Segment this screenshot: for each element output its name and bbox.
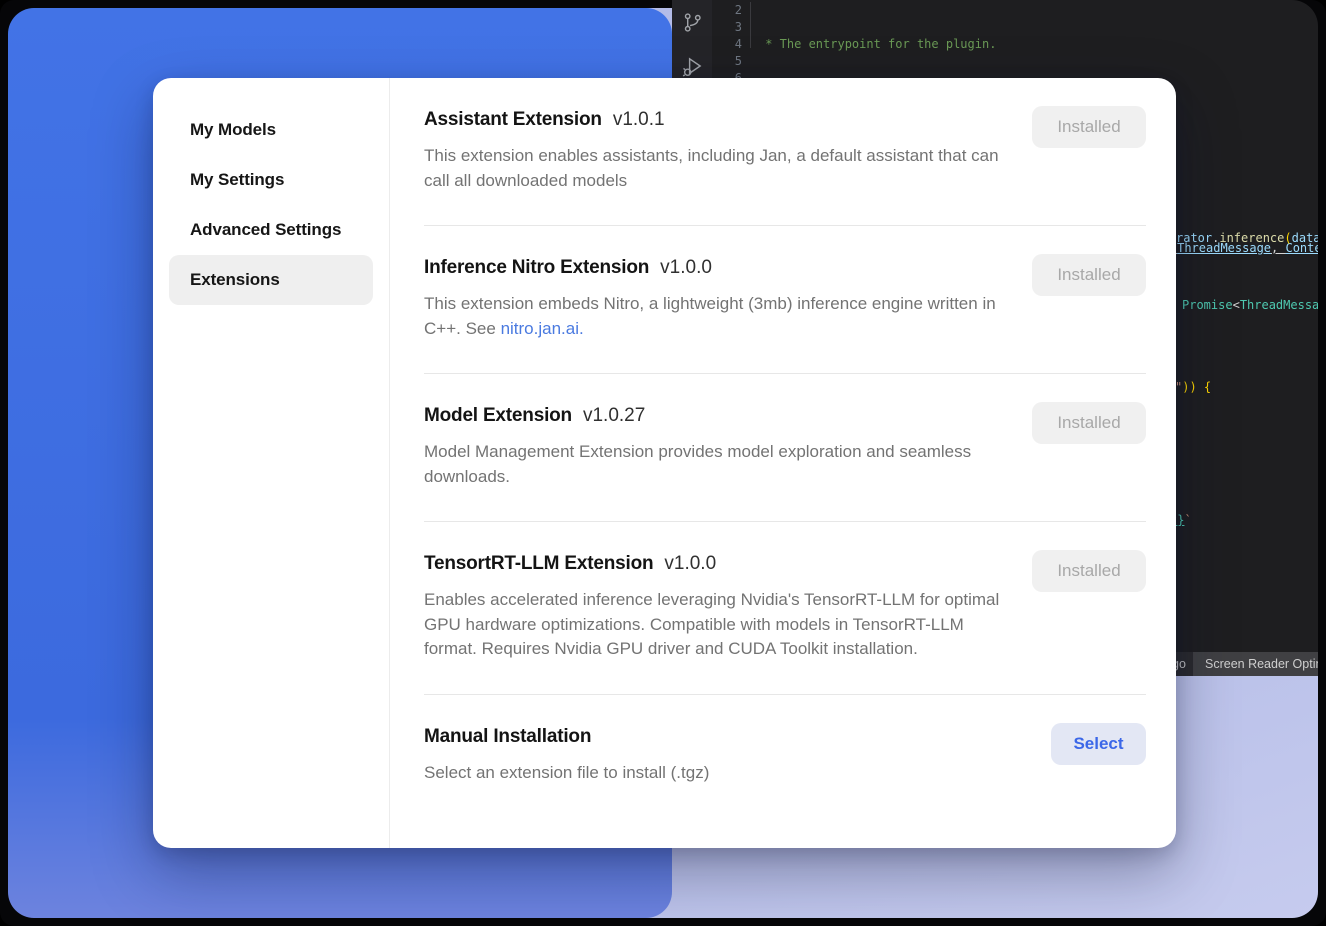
- extension-description: Enables accelerated inference leveraging…: [424, 588, 1012, 662]
- sidebar-item-advanced-settings[interactable]: Advanced Settings: [169, 205, 373, 255]
- extension-name: Inference Nitro Extension: [424, 254, 649, 282]
- editor-line-numbers: 2 3 4 5 6: [712, 2, 742, 87]
- extension-row-tensorrt-llm: TensortRT-LLM Extension v1.0.0 Enables a…: [424, 522, 1146, 695]
- extension-row-inference-nitro: Inference Nitro Extension v1.0.0 This ex…: [424, 226, 1146, 374]
- extensions-list: Assistant Extension v1.0.1 This extensio…: [390, 78, 1176, 848]
- source-control-icon[interactable]: [672, 0, 712, 44]
- sidebar-item-extensions[interactable]: Extensions: [169, 255, 373, 305]
- code-fragment: ")) {: [1175, 379, 1211, 395]
- nitro-jan-ai-link[interactable]: nitro.jan.ai.: [501, 319, 584, 338]
- installed-button[interactable]: Installed: [1032, 550, 1146, 592]
- line-number: 2: [712, 2, 742, 19]
- indent-guide: [750, 2, 751, 48]
- code-line: * The entrypoint for the plugin.: [758, 36, 1318, 53]
- line-number: 3: [712, 19, 742, 36]
- extension-version: v1.0.1: [613, 106, 665, 134]
- line-number: 4: [712, 36, 742, 53]
- sidebar-item-label: My Settings: [190, 170, 284, 190]
- manual-installation-description: Select an extension file to install (.tg…: [424, 761, 1012, 786]
- sidebar-item-label: Advanced Settings: [190, 220, 341, 240]
- extension-name: Model Extension: [424, 402, 572, 430]
- extension-version: v1.0.0: [664, 550, 716, 578]
- extension-version: v1.0.0: [660, 254, 712, 282]
- line-number: 5: [712, 53, 742, 70]
- extension-version: v1.0.27: [583, 402, 645, 430]
- installed-button[interactable]: Installed: [1032, 254, 1146, 296]
- manual-installation-title: Manual Installation: [424, 723, 591, 751]
- extension-row-model: Model Extension v1.0.27 Model Management…: [424, 374, 1146, 522]
- extension-row-assistant: Assistant Extension v1.0.1 This extensio…: [424, 78, 1146, 226]
- select-file-button[interactable]: Select: [1051, 723, 1146, 765]
- extension-description: Model Management Extension provides mode…: [424, 440, 1012, 489]
- code-fragment: Promise<ThreadMessage>: [1182, 297, 1318, 313]
- screen: 2 3 4 5 6 * The entrypoint for the plugi…: [0, 0, 1326, 926]
- installed-button[interactable]: Installed: [1032, 402, 1146, 444]
- installed-button[interactable]: Installed: [1032, 106, 1146, 148]
- sidebar-item-my-settings[interactable]: My Settings: [169, 155, 373, 205]
- code-fragment: rator.inference(data));: [1176, 230, 1318, 246]
- settings-sidebar: My Models My Settings Advanced Settings …: [153, 78, 390, 848]
- extension-description: This extension enables assistants, inclu…: [424, 144, 1012, 193]
- sidebar-item-label: Extensions: [190, 270, 280, 290]
- extension-description: This extension embeds Nitro, a lightweig…: [424, 292, 1012, 341]
- manual-installation-row: Manual Installation Select an extension …: [424, 695, 1146, 818]
- extension-name: Assistant Extension: [424, 106, 602, 134]
- extension-name: TensortRT-LLM Extension: [424, 550, 653, 578]
- sidebar-item-my-models[interactable]: My Models: [169, 105, 373, 155]
- settings-modal: My Models My Settings Advanced Settings …: [153, 78, 1176, 848]
- screen-reader-status[interactable]: Screen Reader Optimized: [1193, 652, 1318, 676]
- sidebar-item-label: My Models: [190, 120, 276, 140]
